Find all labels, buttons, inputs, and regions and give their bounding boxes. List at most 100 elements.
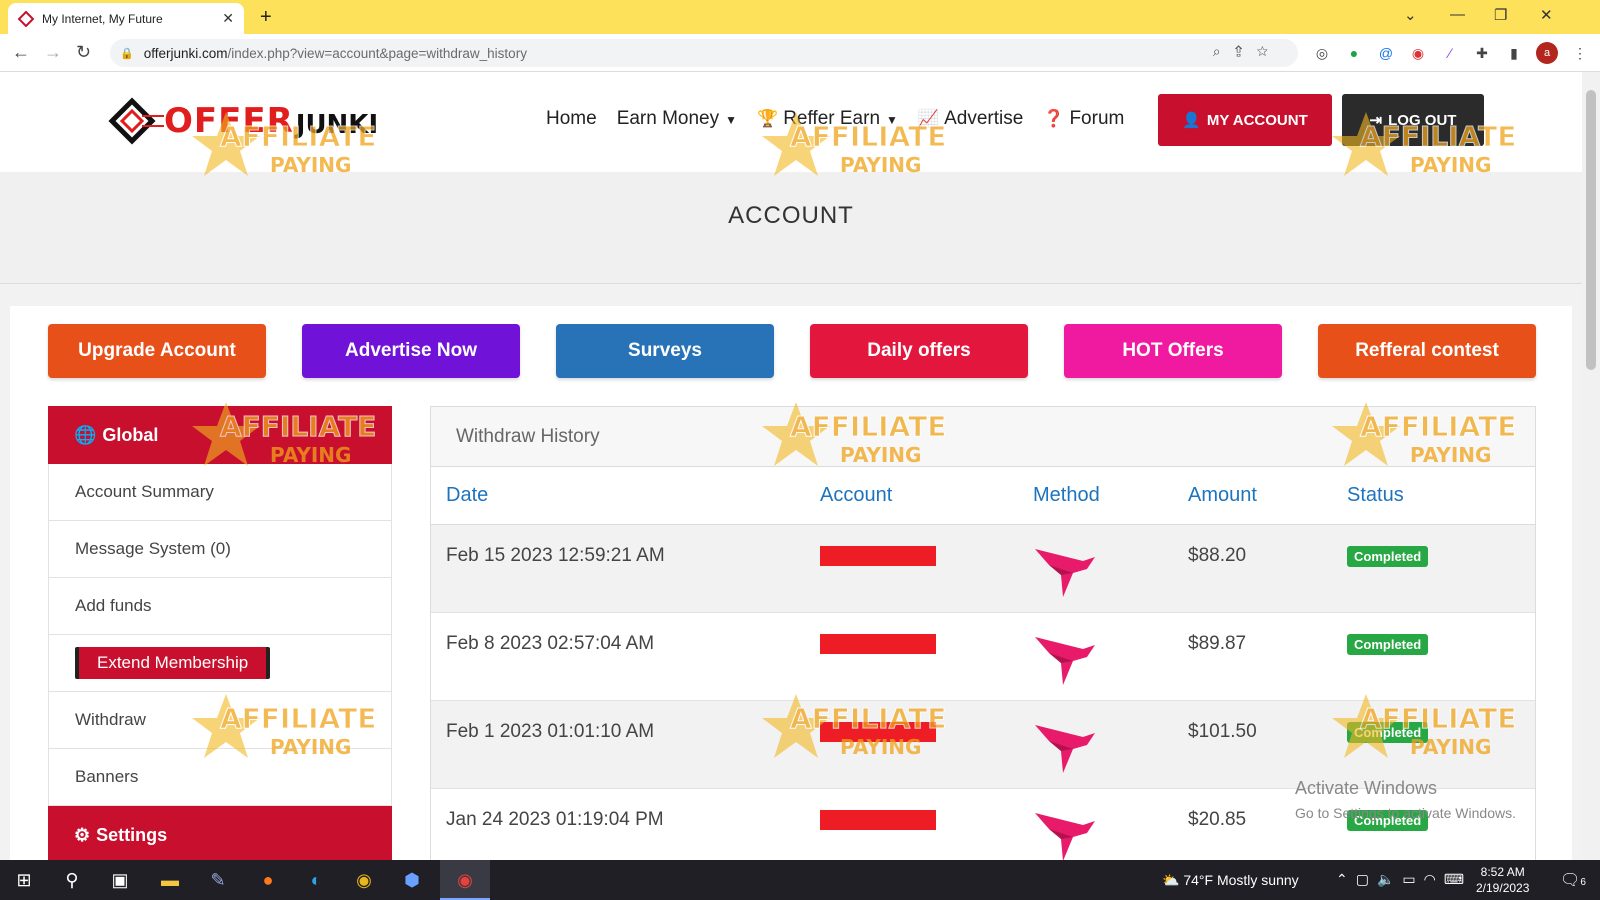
pokeball-extension-icon[interactable]: ◉ (1408, 43, 1428, 63)
browser-menu-icon[interactable]: ⋮ (1570, 43, 1590, 63)
profile-avatar[interactable]: a (1536, 42, 1558, 64)
sidebar-item-banners[interactable]: Banners (48, 749, 392, 806)
table-row: Feb 1 2023 01:01:10 AM $101.50 Completed (431, 700, 1535, 789)
weather-widget[interactable]: ⛅ 74°F Mostly sunny (1162, 872, 1299, 889)
tray-device-icon[interactable]: ▢ (1356, 871, 1377, 887)
site-logo[interactable]: OFFER JUNKI (108, 96, 378, 146)
back-icon[interactable]: ← (12, 42, 30, 63)
browser-tab[interactable]: My Internet, My Future ✕ (8, 3, 244, 34)
sidebar-item-label: Withdraw (75, 710, 146, 729)
forward-icon[interactable]: → (44, 42, 62, 63)
page-scrollbar[interactable] (1582, 72, 1600, 860)
status-badge: Completed (1347, 633, 1429, 655)
minimize-icon[interactable]: — (1450, 6, 1465, 23)
notification-center-icon[interactable]: 🗨6 (1560, 870, 1586, 890)
windows-start-icon[interactable]: ⊞ (12, 868, 36, 892)
tab-search-icon[interactable]: ⌄ (1404, 6, 1417, 24)
status-badge: Completed (1347, 721, 1429, 743)
sidebar-heading-settings[interactable]: ⚙ Settings (48, 806, 392, 864)
tray-chevron-icon[interactable]: ⌃ (1336, 871, 1356, 887)
refferal-contest-button[interactable]: Refferal contest (1318, 324, 1536, 378)
extension-icon[interactable]: ◎ (1312, 43, 1332, 63)
edge-icon[interactable]: ◐ (304, 868, 328, 892)
sidebar-item-add-funds[interactable]: Add funds (48, 578, 392, 635)
battery-icon[interactable]: ▭ (1402, 871, 1423, 887)
table-row: Feb 8 2023 02:57:04 AM $89.87 Completed (431, 612, 1535, 701)
chart-icon: 📈 (917, 109, 940, 128)
nav-home[interactable]: Home (546, 108, 597, 130)
app-icon[interactable]: ✎ (206, 868, 230, 892)
chrome-profile-icon[interactable]: ◉ (453, 868, 477, 892)
share-icon[interactable]: ⇪ (1235, 43, 1257, 59)
restore-icon[interactable]: ❐ (1494, 6, 1507, 24)
search-icon[interactable]: ⚲ (60, 868, 84, 892)
hot-offers-button[interactable]: HOT Offers (1064, 324, 1282, 378)
quick-button-label: Refferal contest (1355, 340, 1499, 361)
side-panel-icon[interactable]: ▮ (1504, 43, 1524, 63)
firefox-icon[interactable]: ● (256, 868, 280, 892)
status-badge: Completed (1347, 545, 1429, 567)
cell-amount: $89.87 (1173, 612, 1332, 701)
nav-forum-label: Forum (1069, 108, 1125, 129)
address-bar[interactable]: 🔒 offerjunki.com/index.php?view=account&… (110, 39, 1298, 67)
sidebar-item-account-summary[interactable]: Account Summary (48, 464, 392, 521)
activate-windows-title: Activate Windows (1295, 778, 1438, 798)
my-account-label: MY ACCOUNT (1206, 111, 1308, 129)
reload-icon[interactable]: ↻ (76, 42, 91, 63)
weather-sun-icon: ⛅ (1162, 872, 1180, 888)
chrome-icon[interactable]: ◉ (352, 868, 376, 892)
lock-icon: 🔒 (120, 47, 134, 60)
quick-button-label: Surveys (628, 340, 702, 361)
cell-account (805, 612, 1018, 701)
page-title-band: ACCOUNT (0, 172, 1582, 284)
sidebar-item-label: Message System (0) (75, 539, 231, 558)
advertise-now-button[interactable]: Advertise Now (302, 324, 520, 378)
tab-title: My Internet, My Future (42, 11, 163, 26)
cell-amount: $88.20 (1173, 524, 1332, 613)
wifi-icon[interactable]: ◠ (1424, 871, 1444, 887)
app-icon[interactable]: ⬢ (400, 868, 424, 892)
keyboard-icon[interactable]: ⌨ (1444, 871, 1472, 887)
site-favicon-icon (18, 10, 34, 27)
nav-reffer-earn[interactable]: 🏆 Reffer Earn ▼ (757, 108, 898, 130)
grammar-extension-icon[interactable]: ● (1344, 43, 1364, 63)
taskbar-clock[interactable]: 8:52 AM 2/19/2023 (1476, 864, 1529, 896)
window-close-icon[interactable]: ✕ (1540, 6, 1553, 24)
at-extension-icon[interactable]: @ (1376, 43, 1396, 63)
bookmark-star-icon[interactable]: ☆ (1257, 43, 1282, 59)
cell-status: Completed (1332, 524, 1535, 613)
task-view-icon[interactable]: ▣ (108, 868, 132, 892)
nav-advertise[interactable]: 📈 Advertise (918, 108, 1023, 130)
quick-button-label: Upgrade Account (78, 340, 236, 361)
nav-advertise-label: Advertise (944, 108, 1024, 129)
sidebar-item-withdraw[interactable]: Withdraw (48, 692, 392, 749)
new-tab-icon[interactable]: + (260, 6, 272, 29)
tab-close-icon[interactable]: ✕ (222, 10, 234, 27)
log-out-button[interactable]: ⇥ LOG OUT (1342, 94, 1484, 146)
surveys-button[interactable]: Surveys (556, 324, 774, 378)
redacted-account-block (820, 633, 936, 654)
browser-tab-bar: My Internet, My Future ✕ + ⌄ — ❐ ✕ (0, 0, 1600, 34)
daily-offers-button[interactable]: Daily offers (810, 324, 1028, 378)
nav-forum[interactable]: ❓ Forum (1043, 108, 1124, 130)
cell-amount: $101.50 (1173, 700, 1332, 789)
zoom-icon[interactable]: ⌕ (1213, 43, 1235, 59)
redacted-account-block (820, 545, 936, 566)
volume-icon[interactable]: 🔈 (1377, 871, 1402, 887)
extend-membership-button[interactable]: Extend Membership (75, 647, 271, 679)
payment-method-plane-icon (1035, 724, 1095, 773)
scrollbar-thumb[interactable] (1586, 90, 1596, 370)
file-explorer-icon[interactable]: ▬ (158, 868, 182, 892)
withdraw-history-title: Withdraw History (431, 407, 1535, 467)
sidebar-item-label: Account Summary (75, 482, 214, 501)
puzzle-extensions-icon[interactable]: ✚ (1472, 43, 1492, 63)
quick-button-label: Advertise Now (345, 340, 477, 361)
pen-extension-icon[interactable]: ⁄ (1440, 43, 1460, 63)
weather-temperature: 74°F (1183, 872, 1214, 888)
nav-earn-money[interactable]: Earn Money ▼ (617, 108, 737, 130)
upgrade-account-button[interactable]: Upgrade Account (48, 324, 266, 378)
my-account-button[interactable]: 👤 MY ACCOUNT (1158, 94, 1332, 146)
sidebar-item-message-system[interactable]: Message System (0) (48, 521, 392, 578)
windows-taskbar: ⊞ ⚲ ▣ ▬ ✎ ● ◐ ◉ ⬢ ◉ ⛅ 74°F Mostly sunny … (0, 860, 1600, 900)
weather-condition: Mostly sunny (1216, 872, 1299, 888)
